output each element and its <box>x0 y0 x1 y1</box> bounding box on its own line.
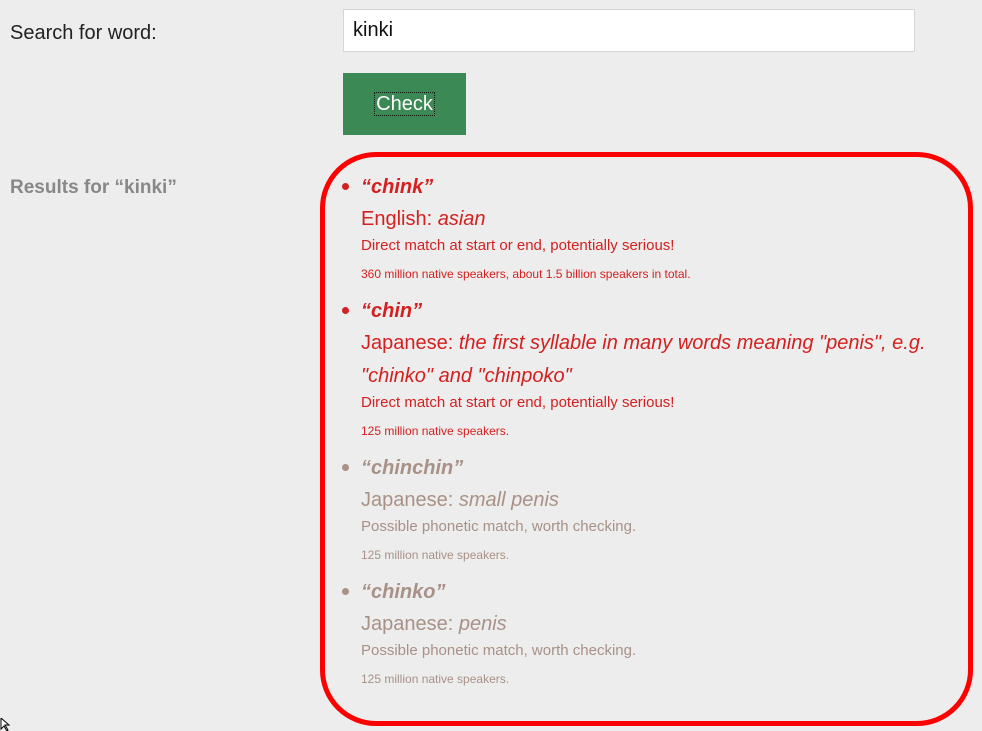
result-note: Possible phonetic match, worth checking. <box>361 518 637 535</box>
result-speakers: 125 million native speakers. <box>361 672 510 686</box>
result-speakers: 125 million native speakers. <box>361 424 510 438</box>
result-meaning-text: small penis <box>458 489 559 511</box>
result-language: Japanese: <box>361 332 459 354</box>
search-label: Search for word: <box>10 22 157 44</box>
results-list: “chink” English: asian Direct match at s… <box>342 174 974 703</box>
result-meaning-text: asian <box>437 208 486 230</box>
result-word: “chin” <box>361 300 423 322</box>
result-meaning: English: asian <box>361 203 974 236</box>
result-language: Japanese: <box>361 613 459 635</box>
result-word: “chinko” <box>361 581 446 603</box>
result-word: “chinchin” <box>361 457 464 479</box>
result-item: “chinko” Japanese: penis Possible phonet… <box>342 579 974 687</box>
result-speakers: 125 million native speakers. <box>361 548 510 562</box>
result-meaning: Japanese: penis <box>361 608 974 641</box>
check-button-label: Check <box>374 92 435 116</box>
result-meaning: Japanese: small penis <box>361 484 974 517</box>
result-meaning-text: penis <box>458 613 507 635</box>
result-item: “chink” English: asian Direct match at s… <box>342 174 974 282</box>
results-heading: Results for “kinki” <box>10 177 177 198</box>
result-note: Direct match at start or end, potentiall… <box>361 394 675 411</box>
result-item: “chin” Japanese: the first syllable in m… <box>342 298 974 439</box>
result-item: “chinchin” Japanese: small penis Possibl… <box>342 455 974 563</box>
result-note: Possible phonetic match, worth checking. <box>361 642 637 659</box>
check-button[interactable]: Check <box>343 73 466 135</box>
result-language: Japanese: <box>361 489 459 511</box>
search-input[interactable] <box>343 9 915 52</box>
result-speakers: 360 million native speakers, about 1.5 b… <box>361 267 691 281</box>
result-language: English: <box>361 208 438 230</box>
result-note: Direct match at start or end, potentiall… <box>361 237 675 254</box>
result-word: “chink” <box>361 176 434 198</box>
result-meaning: Japanese: the first syllable in many wor… <box>361 327 974 393</box>
mouse-cursor-icon <box>0 718 11 731</box>
